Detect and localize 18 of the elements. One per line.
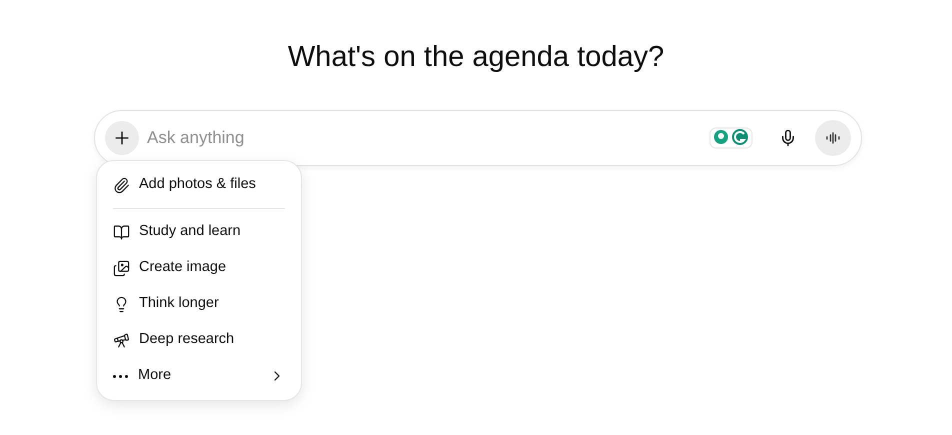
voice-button[interactable] [815,120,851,156]
paperclip-icon [113,176,130,194]
add-button[interactable] [105,121,139,155]
ellipsis-icon [113,374,128,378]
telescope-icon [113,332,130,348]
images-icon [113,260,130,276]
menu-item[interactable]: Deep research [103,322,295,358]
waveform-icon [826,131,840,145]
microphone-icon [779,129,797,147]
menu-item[interactable]: Create image [103,250,295,286]
extension-icon[interactable] [709,127,753,149]
message-input[interactable]: Ask anything [147,125,709,151]
menu-item[interactable]: Think longer [103,286,295,322]
menu-item[interactable]: Add photos & files [103,167,295,203]
menu-item[interactable]: Study and learn [103,214,295,250]
page-heading: What's on the agenda today? [288,40,664,75]
menu-item[interactable]: More [103,358,295,394]
book-icon [113,224,130,240]
